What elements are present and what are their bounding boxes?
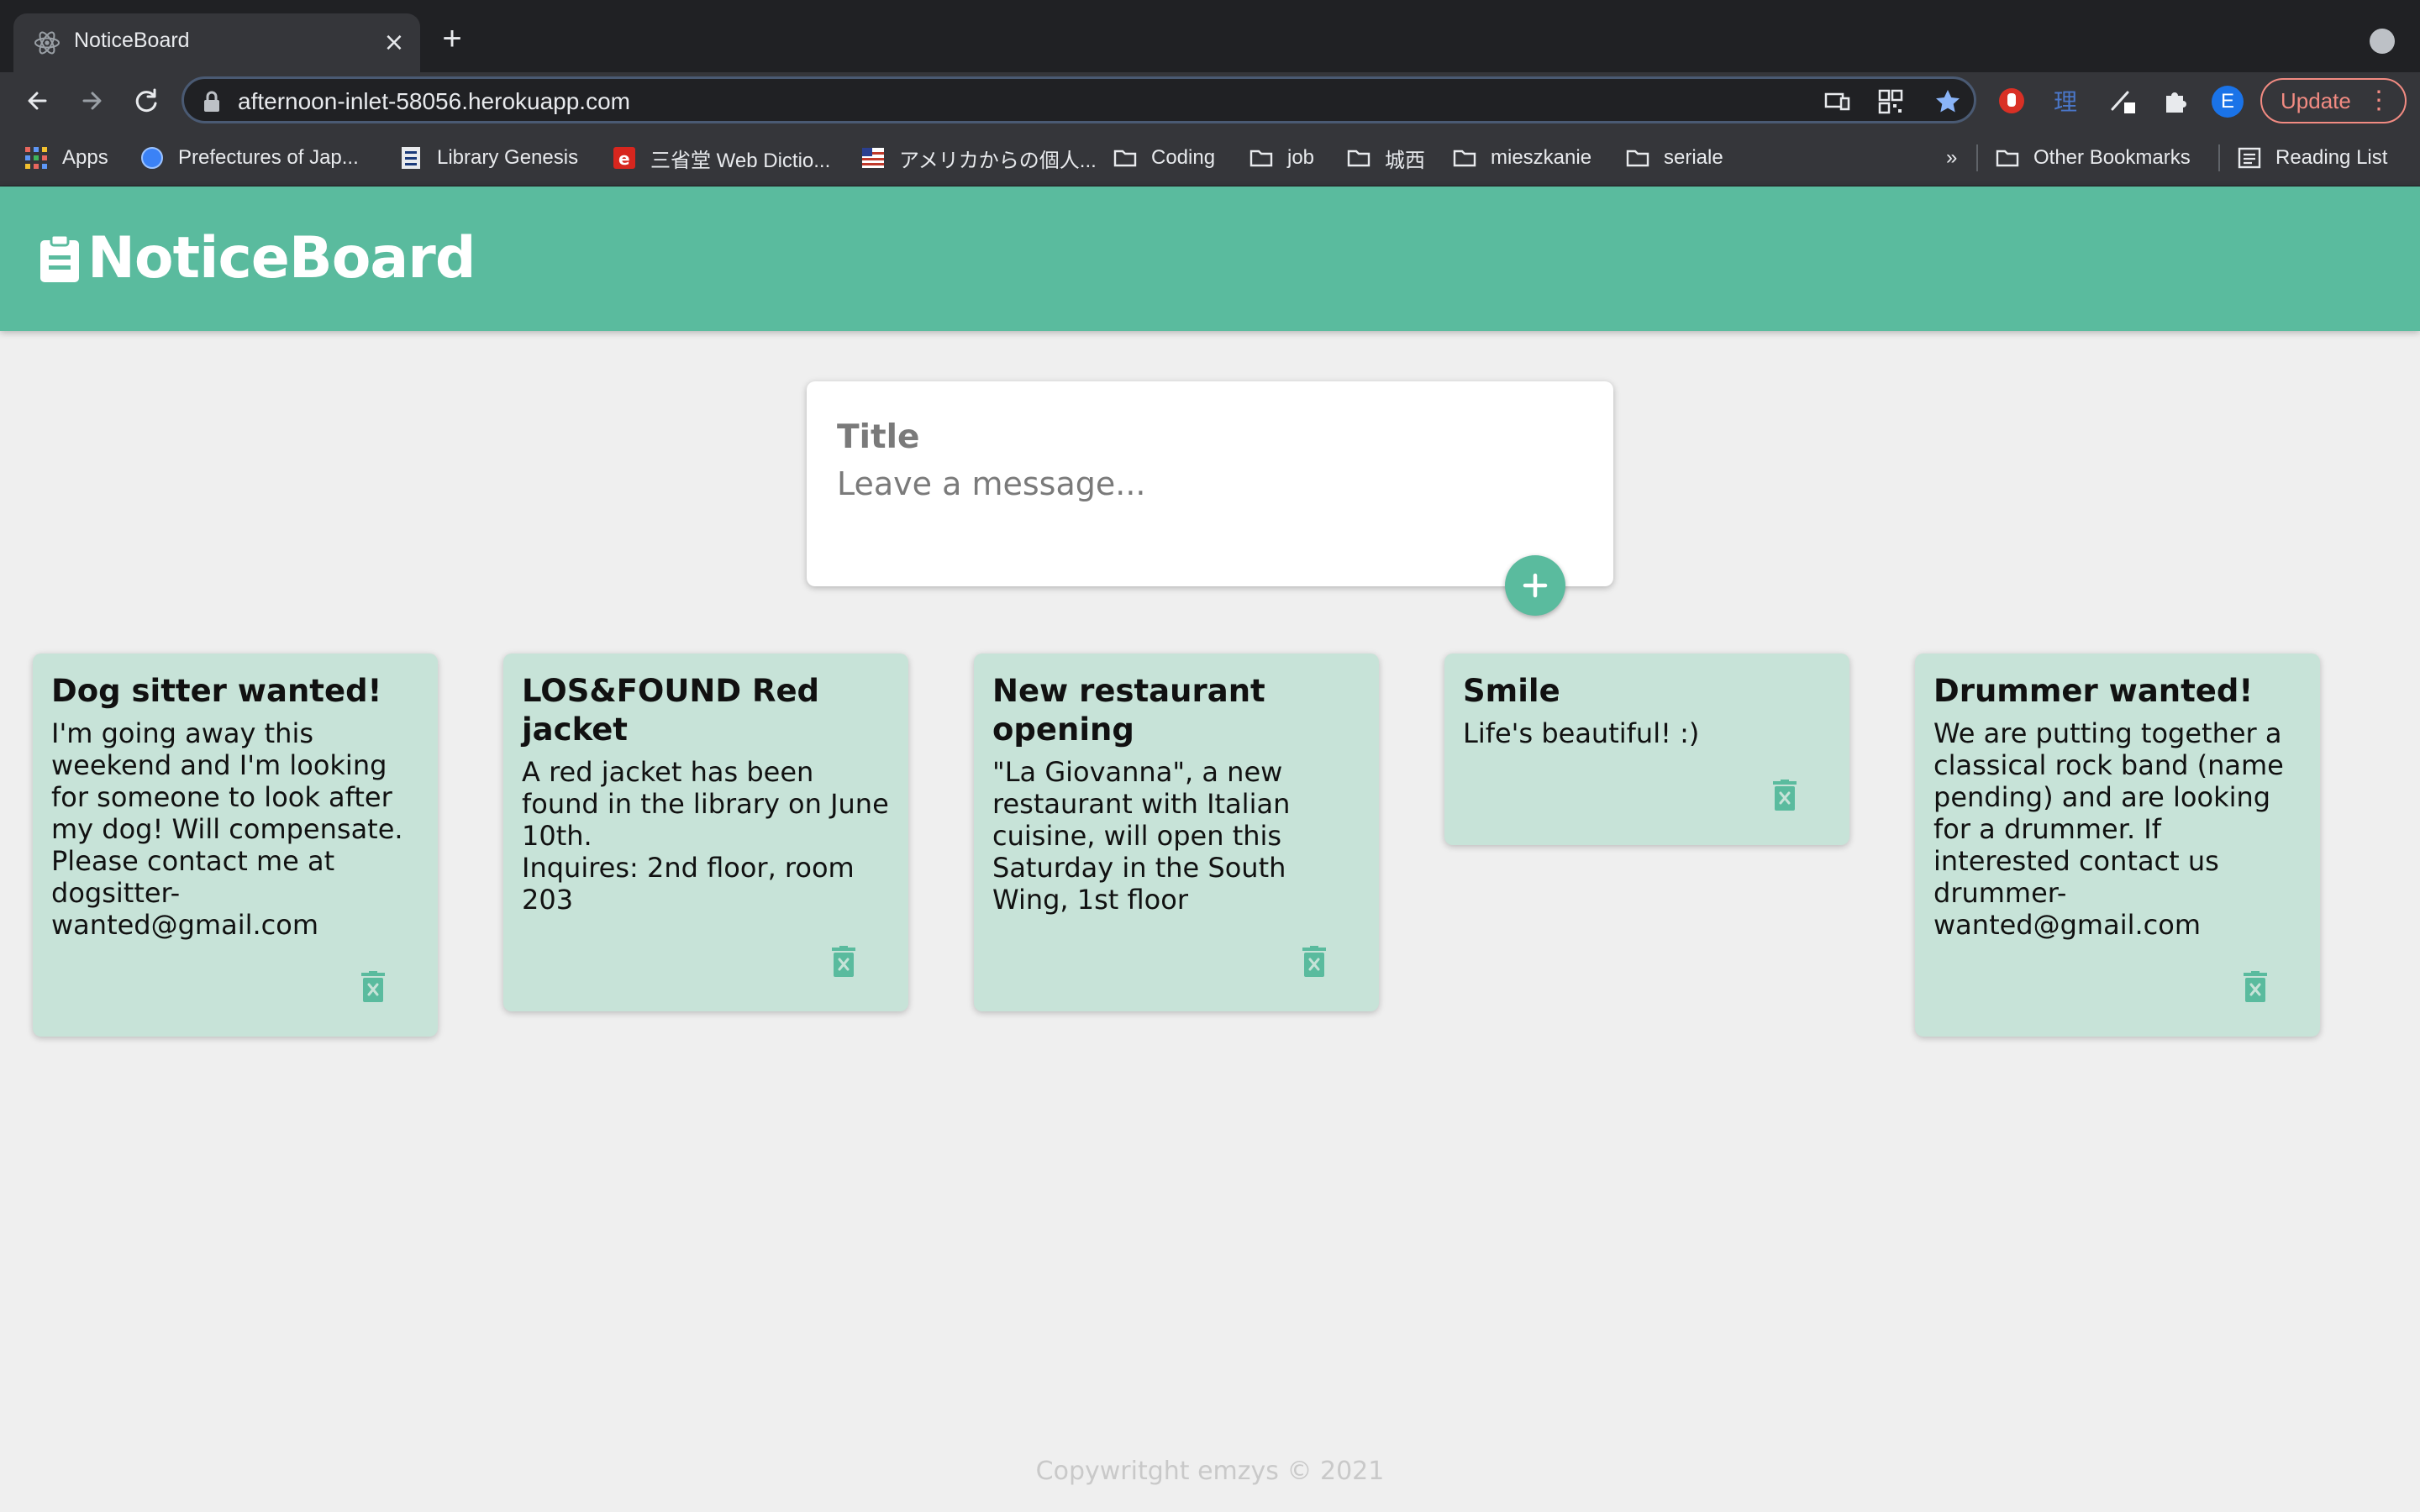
- app-title: NoticeBoard: [87, 225, 476, 291]
- menu-dots-icon[interactable]: ⋮: [2366, 80, 2391, 122]
- note-title: Dog sitter wanted!: [51, 673, 382, 709]
- folder-icon: [1347, 150, 1370, 167]
- svg-text:理: 理: [2054, 88, 2077, 116]
- profile-avatar[interactable]: E: [2212, 86, 2244, 118]
- delete-icon[interactable]: [831, 946, 856, 978]
- note-card: Smile Life's beautiful! :): [1444, 654, 1849, 845]
- clipboard-icon: [40, 234, 79, 282]
- delete-icon[interactable]: [1772, 780, 1797, 811]
- note-card: Dog sitter wanted! I'm going away this w…: [33, 654, 438, 1037]
- lock-icon[interactable]: [203, 91, 221, 113]
- stop-hand-extension-icon[interactable]: [1996, 86, 2027, 116]
- svg-text:e: e: [618, 149, 630, 169]
- bookmark-library-genesis[interactable]: Library Genesis: [398, 143, 578, 173]
- delete-icon[interactable]: [1302, 946, 1327, 978]
- note-title: Smile: [1463, 673, 1560, 709]
- bookmarks-overflow-button[interactable]: »: [1946, 143, 1957, 173]
- compose-note-form: [807, 381, 1613, 586]
- new-tab-button[interactable]: +: [435, 22, 469, 57]
- bookmark-label: アメリカからの個人...: [899, 149, 1097, 172]
- bookmark-label: Library Genesis: [437, 146, 579, 169]
- note-card: New restaurant opening "La Giovanna", a …: [974, 654, 1379, 1011]
- note-body: "La Giovanna", a new restaurant with Ita…: [992, 756, 1291, 916]
- bookmarks-bar: Apps Prefectures of Jap... Library Genes…: [0, 129, 2420, 186]
- reading-list-button[interactable]: Reading List: [2237, 143, 2387, 173]
- kanji-extension-icon[interactable]: 理: [2050, 86, 2081, 116]
- address-bar[interactable]: afternoon-inlet-58056.herokuapp.com: [182, 76, 1976, 123]
- note-body: We are putting together a classical rock…: [1933, 717, 2284, 941]
- folder-icon: [1453, 150, 1476, 167]
- bookmark-folder-job[interactable]: job: [1249, 143, 1314, 173]
- delete-icon[interactable]: [360, 971, 386, 1003]
- browser-tab-strip: NoticeBoard × +: [0, 0, 2420, 72]
- bookmark-star-icon[interactable]: [1933, 87, 1962, 116]
- reading-list-icon: [2238, 147, 2261, 169]
- book-icon: [402, 147, 420, 169]
- cast-icon[interactable]: [1823, 87, 1851, 116]
- note-title-input[interactable]: [837, 412, 1576, 462]
- folder-icon: [1249, 150, 1273, 167]
- tab-close-icon[interactable]: ×: [380, 29, 408, 57]
- tab-search-icon[interactable]: [2370, 29, 2395, 54]
- bookmark-folder-seriale[interactable]: seriale: [1625, 143, 1723, 173]
- bookmarks-divider: [1976, 144, 1978, 171]
- add-note-button[interactable]: [1505, 555, 1565, 616]
- footer-copyright: Copywritght emzys © 2021: [1035, 1457, 1385, 1486]
- browser-tab[interactable]: NoticeBoard ×: [13, 13, 420, 72]
- bookmark-label: Reading List: [2275, 146, 2388, 169]
- browser-toolbar: afternoon-inlet-58056.herokuapp.com 理 E …: [0, 72, 2420, 129]
- bookmark-sanseido[interactable]: e 三省堂 Web Dictio...: [612, 143, 830, 173]
- update-button[interactable]: Update ⋮: [2260, 78, 2407, 123]
- note-title: Drummer wanted!: [1933, 673, 2254, 709]
- bookmark-folder-coding[interactable]: Coding: [1113, 143, 1215, 173]
- bookmark-other-bookmarks[interactable]: Other Bookmarks: [1995, 143, 2191, 173]
- note-body: I'm going away this weekend and I'm look…: [51, 717, 403, 941]
- app-header: NoticeBoard: [0, 186, 2420, 331]
- bookmark-america[interactable]: アメリカからの個人...: [860, 143, 1097, 173]
- note-body: Life's beautiful! :): [1463, 717, 1700, 749]
- url-text[interactable]: afternoon-inlet-58056.herokuapp.com: [238, 88, 630, 115]
- apps-grid-icon: [25, 147, 47, 169]
- qr-code-icon[interactable]: [1876, 87, 1905, 116]
- tab-title: NoticeBoard: [74, 29, 190, 52]
- folder-icon: [1113, 150, 1137, 167]
- delete-icon[interactable]: [2243, 971, 2268, 1003]
- bookmark-label: Coding: [1151, 146, 1216, 169]
- reload-icon[interactable]: [129, 84, 163, 118]
- bookmark-label: Apps: [62, 146, 108, 169]
- dictionary-icon: e: [613, 147, 635, 169]
- bookmark-folder-josai[interactable]: 城西: [1346, 143, 1425, 173]
- bookmark-label: 三省堂 Web Dictio...: [650, 149, 831, 172]
- note-message-input[interactable]: [837, 465, 1576, 541]
- bookmarks-divider: [2218, 144, 2220, 171]
- pen-extension-icon[interactable]: [2107, 86, 2138, 116]
- bookmark-apps[interactable]: Apps: [24, 143, 108, 173]
- folder-icon: [1996, 150, 2019, 167]
- bookmark-label: Other Bookmarks: [2033, 146, 2191, 169]
- plus-icon: [1523, 573, 1548, 598]
- bookmark-label: seriale: [1664, 146, 1723, 169]
- extensions-puzzle-icon[interactable]: [2160, 86, 2190, 116]
- flag-icon: [862, 148, 884, 168]
- note-body: A red jacket has been found in the libra…: [522, 756, 889, 916]
- bookmark-label: 城西: [1385, 149, 1425, 172]
- globe-icon: [141, 147, 163, 169]
- bookmark-label: job: [1287, 146, 1315, 169]
- note-title: LOS&FOUND Red jacket: [522, 673, 820, 748]
- bookmark-label: Prefectures of Jap...: [178, 146, 359, 169]
- folder-icon: [1626, 150, 1649, 167]
- note-card: Drummer wanted! We are putting together …: [1915, 654, 2320, 1037]
- note-title: New restaurant opening: [992, 673, 1265, 748]
- update-label: Update: [2281, 88, 2351, 113]
- note-card: LOS&FOUND Red jacket A red jacket has be…: [503, 654, 908, 1011]
- react-icon: [34, 31, 60, 55]
- chevron-double-right-icon: »: [1946, 146, 1958, 169]
- bookmark-prefectures[interactable]: Prefectures of Jap...: [139, 143, 359, 173]
- bookmark-label: mieszkanie: [1491, 146, 1592, 169]
- forward-icon[interactable]: [76, 84, 109, 118]
- back-icon[interactable]: [20, 84, 54, 118]
- bookmark-folder-mieszkanie[interactable]: mieszkanie: [1452, 143, 1591, 173]
